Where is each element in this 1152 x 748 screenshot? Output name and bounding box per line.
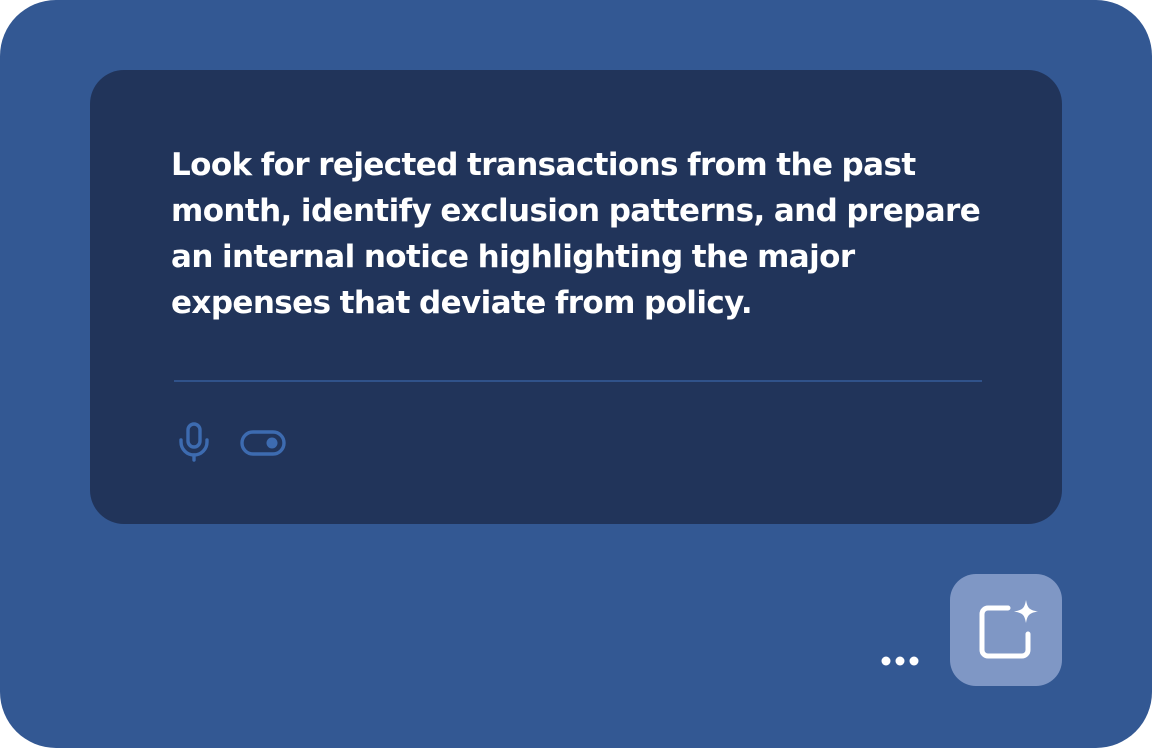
more-dots-icon[interactable] <box>876 650 924 672</box>
ai-compose-button[interactable] <box>950 574 1062 686</box>
prompt-text[interactable]: Look for rejected transactions from the … <box>171 142 991 326</box>
divider <box>174 380 982 382</box>
prompt-card[interactable]: Look for rejected transactions from the … <box>90 70 1062 524</box>
microphone-icon[interactable] <box>176 422 212 462</box>
ai-compose-sparkle-icon <box>979 600 1038 659</box>
toggle-switch-icon[interactable] <box>240 428 288 458</box>
app-frame: Look for rejected transactions from the … <box>0 0 1152 748</box>
